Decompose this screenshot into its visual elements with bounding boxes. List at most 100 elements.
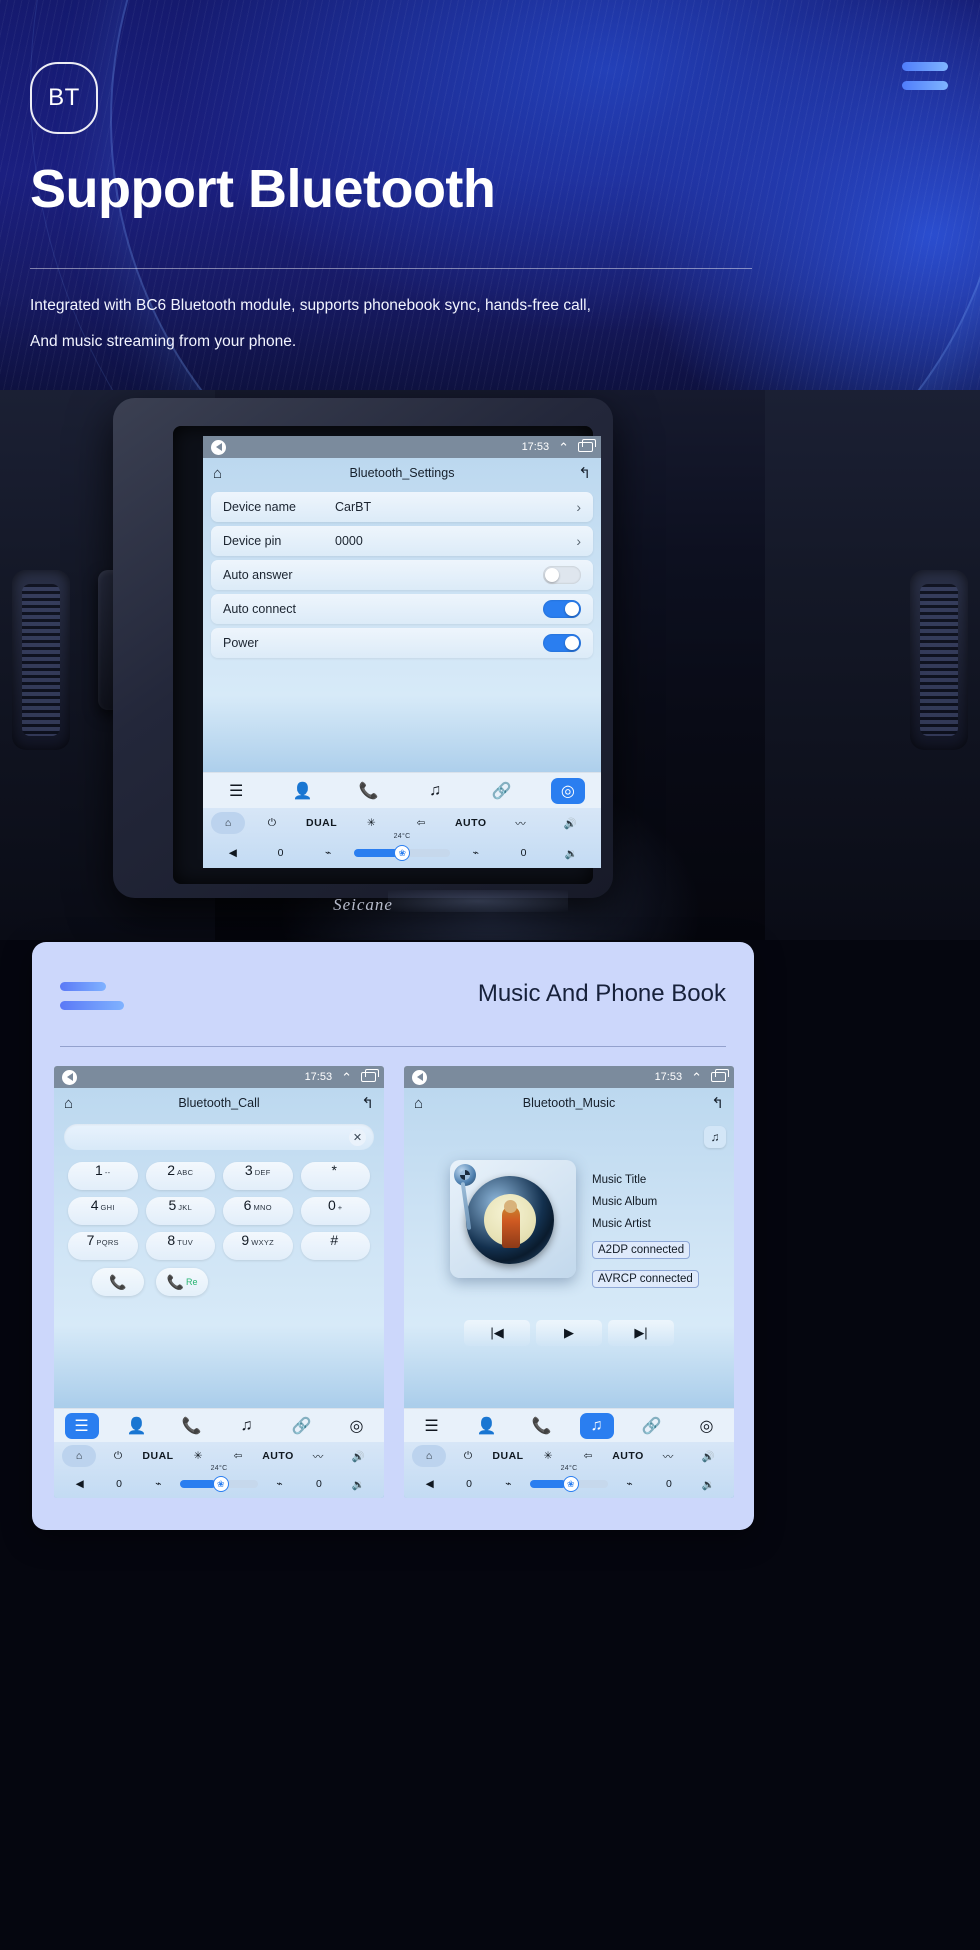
climate-volume-down-icon[interactable]: 🔉 (691, 1478, 726, 1491)
key-8[interactable]: 8 TUV (145, 1232, 215, 1260)
dock-link-icon[interactable]: 🔗 (635, 1413, 669, 1439)
return-icon[interactable]: ↰ (578, 466, 591, 481)
climate-dual-label[interactable]: DUAL (299, 817, 345, 829)
key-hash[interactable]: # (300, 1232, 370, 1260)
key-9[interactable]: 9 WXYZ (223, 1232, 293, 1260)
fan-speed-slider[interactable]: ❀ (180, 1476, 258, 1492)
auto-connect-toggle[interactable] (543, 600, 581, 618)
dock-music-icon[interactable]: ♫ (230, 1413, 264, 1439)
dock-phone-icon[interactable]: 📞 (175, 1413, 209, 1439)
previous-track-button[interactable]: |◀ (464, 1320, 530, 1346)
chevron-up-icon[interactable]: ⌃ (558, 441, 569, 454)
dock-link-icon[interactable]: 🔗 (484, 778, 518, 804)
status-back-button[interactable] (62, 1069, 77, 1085)
home-icon[interactable]: ⌂ (414, 1096, 423, 1111)
setting-row-device-name[interactable]: Device name CarBT › (211, 492, 593, 522)
dock-phone-icon[interactable]: 📞 (525, 1413, 559, 1439)
next-track-button[interactable]: ▶| (608, 1320, 674, 1346)
key-7[interactable]: 7 PQRS (68, 1232, 138, 1260)
climate-back-icon[interactable]: ◀ (62, 1478, 97, 1490)
climate-defrost-icon[interactable]: 〰 (650, 1449, 686, 1464)
dock-music-icon[interactable]: ♫ (418, 778, 452, 804)
climate-volume-down-icon[interactable]: 🔉 (549, 847, 593, 860)
climate-power-icon[interactable]: ⏻ (100, 1450, 136, 1463)
climate-power-icon[interactable]: ⏻ (450, 1450, 486, 1463)
status-back-button[interactable] (211, 439, 226, 455)
dock-settings-icon[interactable]: ◎ (690, 1413, 724, 1439)
climate-auto-label[interactable]: AUTO (610, 1450, 646, 1462)
climate-home-button[interactable]: ⌂ (62, 1445, 96, 1467)
climate-ac-icon[interactable]: ✳ (530, 1450, 566, 1462)
fan-speed-slider[interactable]: ❀ (530, 1476, 608, 1492)
dock-phone-icon[interactable]: 📞 (352, 778, 386, 804)
fan-speed-knob[interactable]: ❀ (394, 845, 411, 861)
home-icon[interactable]: ⌂ (213, 466, 222, 481)
dock-settings-icon[interactable]: ◎ (340, 1413, 374, 1439)
key-2[interactable]: 2 ABC (145, 1162, 215, 1190)
climate-home-button[interactable]: ⌂ (412, 1445, 446, 1467)
dock-music-icon[interactable]: ♫ (579, 1412, 614, 1439)
dock-list-icon[interactable]: ☰ (415, 1413, 449, 1439)
key-5[interactable]: 5 JKL (145, 1197, 215, 1225)
key-6[interactable]: 6 MNO (223, 1197, 293, 1225)
auto-answer-toggle[interactable] (543, 566, 581, 584)
climate-heated-seat-icon[interactable]: ⌁ (454, 847, 498, 859)
dock-contacts-icon[interactable]: 👤 (285, 778, 319, 804)
climate-defrost-icon[interactable]: 〰 (300, 1449, 336, 1464)
close-icon[interactable]: ✕ (349, 1128, 366, 1146)
status-back-button[interactable] (412, 1069, 427, 1085)
fan-speed-knob[interactable]: ❀ (562, 1476, 579, 1492)
recent-apps-icon[interactable] (578, 439, 596, 452)
climate-ac-icon[interactable]: ✳ (348, 817, 394, 829)
key-4[interactable]: 4 GHI (68, 1197, 138, 1225)
climate-recirculate-icon[interactable]: ⇦ (220, 1450, 256, 1462)
climate-power-icon[interactable]: ⏻ (249, 817, 295, 830)
key-1[interactable]: 1 -- (68, 1162, 138, 1190)
climate-volume-up-icon[interactable]: 🔊 (547, 817, 593, 830)
climate-volume-up-icon[interactable]: 🔊 (690, 1450, 726, 1463)
climate-auto-label[interactable]: AUTO (448, 817, 494, 829)
play-button[interactable]: ▶ (536, 1320, 602, 1346)
redial-button[interactable]: 📞 Re (156, 1268, 208, 1296)
climate-ac-icon[interactable]: ✳ (180, 1450, 216, 1462)
key-star[interactable]: * (300, 1162, 370, 1190)
setting-row-auto-connect[interactable]: Auto connect (211, 594, 593, 624)
call-button[interactable]: 📞 (92, 1268, 144, 1296)
climate-volume-down-icon[interactable]: 🔉 (341, 1478, 376, 1491)
setting-row-power[interactable]: Power (211, 628, 593, 658)
dock-contacts-icon[interactable]: 👤 (120, 1413, 154, 1439)
key-0[interactable]: 0 + (300, 1197, 370, 1225)
power-toggle[interactable] (543, 634, 581, 652)
dock-settings-icon[interactable]: ◎ (550, 777, 585, 804)
climate-dual-label[interactable]: DUAL (490, 1450, 526, 1462)
climate-dual-label[interactable]: DUAL (140, 1450, 176, 1462)
return-icon[interactable]: ↰ (361, 1096, 374, 1111)
climate-recirculate-icon[interactable]: ⇦ (398, 817, 444, 829)
dock-contacts-icon[interactable]: 👤 (470, 1413, 504, 1439)
climate-recirculate-icon[interactable]: ⇦ (570, 1450, 606, 1462)
climate-heated-seat-icon[interactable]: ⌁ (612, 1478, 647, 1490)
climate-defrost-icon[interactable]: 〰 (498, 816, 544, 831)
climate-seat-icon[interactable]: ⌁ (306, 847, 350, 859)
climate-home-button[interactable]: ⌂ (211, 812, 245, 834)
climate-volume-up-icon[interactable]: 🔊 (340, 1450, 376, 1463)
climate-back-icon[interactable]: ◀ (211, 847, 255, 859)
climate-auto-label[interactable]: AUTO (260, 1450, 296, 1462)
recent-apps-icon[interactable] (711, 1069, 729, 1082)
fan-speed-slider[interactable]: ❀ (353, 845, 451, 861)
dock-list-icon[interactable]: ☰ (64, 1412, 99, 1439)
dock-link-icon[interactable]: 🔗 (285, 1413, 319, 1439)
climate-heated-seat-icon[interactable]: ⌁ (262, 1478, 297, 1490)
home-icon[interactable]: ⌂ (64, 1096, 73, 1111)
setting-row-device-pin[interactable]: Device pin 0000 › (211, 526, 593, 556)
music-list-button[interactable]: ♫ (704, 1126, 726, 1148)
key-3[interactable]: 3 DEF (223, 1162, 293, 1190)
climate-seat-icon[interactable]: ⌁ (141, 1478, 176, 1490)
climate-seat-icon[interactable]: ⌁ (491, 1478, 526, 1490)
climate-back-icon[interactable]: ◀ (412, 1478, 447, 1490)
recent-apps-icon[interactable] (361, 1069, 379, 1082)
dock-list-icon[interactable]: ☰ (219, 778, 253, 804)
chevron-up-icon[interactable]: ⌃ (691, 1071, 702, 1084)
phone-number-input[interactable]: ✕ (64, 1124, 374, 1150)
fan-speed-knob[interactable]: ❀ (212, 1476, 229, 1492)
